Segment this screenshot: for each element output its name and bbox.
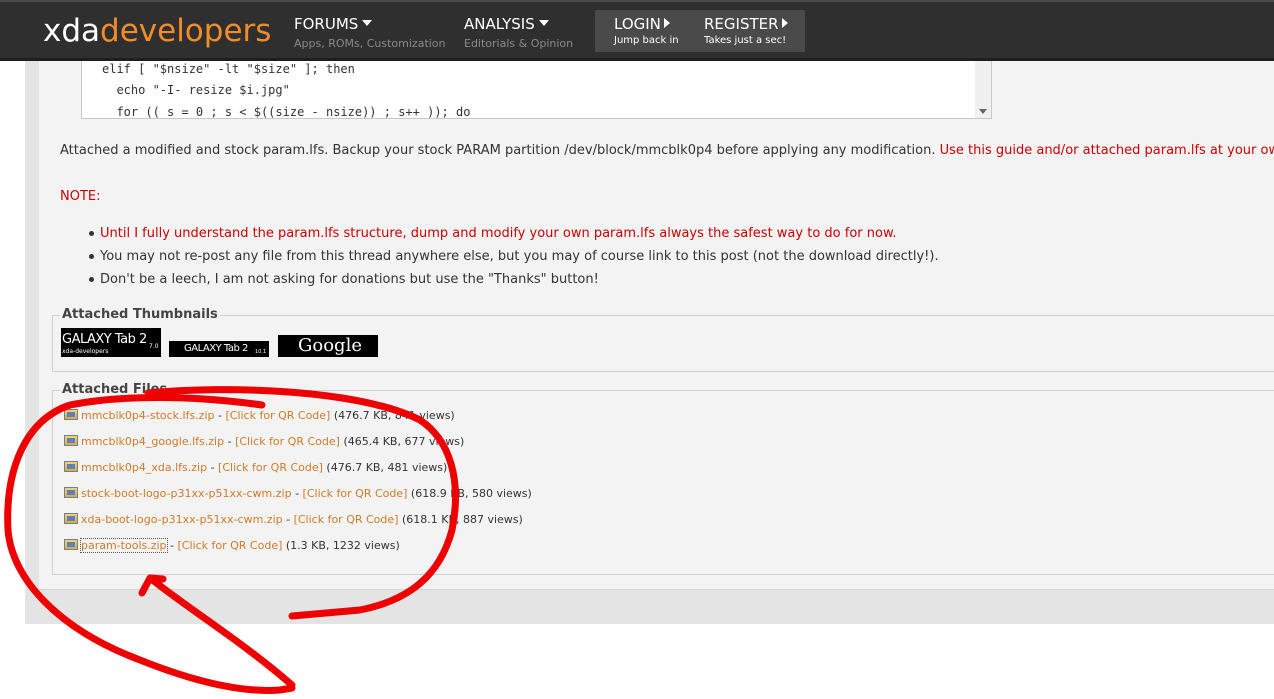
file-link[interactable]: stock-boot-logo-p31xx-p51xx-cwm.zip xyxy=(81,487,292,500)
file-link[interactable]: param-tools.zip xyxy=(80,538,168,553)
file-row: param-tools.zip - [Click for QR Code] (1… xyxy=(64,537,400,555)
file-info: (476.7 KB, 481 views) xyxy=(326,461,448,474)
qr-code-link[interactable]: [Click for QR Code] xyxy=(218,461,323,474)
qr-code-link[interactable]: [Click for QR Code] xyxy=(225,409,330,422)
thumb-text: Google xyxy=(298,335,362,356)
code-scrollbar[interactable] xyxy=(975,61,991,118)
bullet-dot xyxy=(89,277,94,282)
note-label: NOTE: xyxy=(60,189,101,204)
chevron-right-icon xyxy=(663,18,670,28)
logo-developers: developers xyxy=(100,13,272,49)
file-row: mmcblk0p4-stock.lfs.zip - [Click for QR … xyxy=(64,407,455,425)
code-block[interactable]: elif [ "$nsize" -lt "$size" ]; then echo… xyxy=(81,61,992,119)
file-info: (618.9 KB, 580 views) xyxy=(410,487,532,500)
thumbnail-galaxy-tab-7[interactable]: GALAXY Tab 2 7.0 xda-developers xyxy=(61,328,161,357)
zip-file-icon xyxy=(64,435,78,446)
code-line: for (( s = 0 ; s < $((size - nsize)) ; s… xyxy=(102,105,471,119)
risk-warning: Use this guide and/or attached param.lfs… xyxy=(939,143,1274,158)
register-button[interactable]: REGISTER Takes just a sec! xyxy=(704,14,788,48)
login-label: LOGIN xyxy=(614,15,661,33)
chevron-down-icon xyxy=(538,20,549,26)
chevron-right-icon xyxy=(781,18,788,28)
file-info: (618.1 KB, 887 views) xyxy=(401,513,523,526)
zip-file-icon xyxy=(64,513,78,524)
qr-code-link[interactable]: [Click for QR Code] xyxy=(178,539,283,552)
file-link[interactable]: mmcblk0p4_google.lfs.zip xyxy=(81,435,224,448)
zip-file-icon xyxy=(64,409,78,420)
nav-analysis[interactable]: ANALYSIS Editorials & Opinion xyxy=(464,14,573,52)
note-bullet-1: Until I fully understand the param.lfs s… xyxy=(100,226,897,241)
nav-forums-label: FORUMS xyxy=(294,15,359,33)
thumb-small: 10.1 xyxy=(255,349,267,355)
code-line: echo "-I- resize $i.jpg" xyxy=(102,83,290,97)
xda-logo[interactable]: xdadevelopers xyxy=(43,12,271,50)
note-bullet-2: You may not re-post any file from this t… xyxy=(100,249,939,264)
thumb-caption: xda-developers xyxy=(62,348,109,355)
login-register-box: LOGIN Jump back in REGISTER Takes just a… xyxy=(595,10,805,52)
login-button[interactable]: LOGIN Jump back in xyxy=(614,14,679,48)
thumb-small: 7.0 xyxy=(149,343,159,350)
file-link[interactable]: mmcblk0p4_xda.lfs.zip xyxy=(81,461,207,474)
thumbnails-legend: Attached Thumbnails xyxy=(60,307,220,323)
file-info: (1.3 KB, 1232 views) xyxy=(285,539,400,552)
qr-code-link[interactable]: [Click for QR Code] xyxy=(303,487,408,500)
bullet-dot xyxy=(89,254,94,259)
qr-code-link[interactable]: [Click for QR Code] xyxy=(294,513,399,526)
logo-xda: xda xyxy=(43,13,101,49)
bullet-dot xyxy=(89,231,94,236)
scroll-down-icon[interactable] xyxy=(979,109,987,114)
nav-analysis-sub: Editorials & Opinion xyxy=(464,37,574,50)
file-row: mmcblk0p4_xda.lfs.zip - [Click for QR Co… xyxy=(64,459,447,477)
file-row: xda-boot-logo-p31xx-p51xx-cwm.zip - [Cli… xyxy=(64,511,523,529)
zip-file-icon xyxy=(64,461,78,472)
file-info: (465.4 KB, 677 views) xyxy=(343,435,465,448)
thumbnail-google[interactable]: Google xyxy=(278,335,378,357)
zip-file-icon xyxy=(64,539,78,550)
file-link[interactable]: xda-boot-logo-p31xx-p51xx-cwm.zip xyxy=(81,513,283,526)
attached-text: Attached a modified and stock param.lfs.… xyxy=(60,143,936,158)
register-sub: Takes just a sec! xyxy=(704,35,787,46)
nav-forums[interactable]: FORUMS Apps, ROMs, Customization xyxy=(294,14,446,52)
file-link[interactable]: mmcblk0p4-stock.lfs.zip xyxy=(81,409,215,422)
file-info: (476.7 KB, 841 views) xyxy=(333,409,455,422)
zip-file-icon xyxy=(64,487,78,498)
thumb-text: GALAXY Tab 2 xyxy=(62,332,147,347)
nav-analysis-label: ANALYSIS xyxy=(464,15,535,33)
header-top-stripe xyxy=(0,0,1274,2)
qr-code-link[interactable]: [Click for QR Code] xyxy=(235,435,340,448)
nav-forums-sub: Apps, ROMs, Customization xyxy=(294,37,446,50)
file-row: mmcblk0p4_google.lfs.zip - [Click for QR… xyxy=(64,433,464,451)
attached-paragraph: Attached a modified and stock param.lfs.… xyxy=(60,142,1274,160)
note-bullet-3: Don't be a leech, I am not asking for do… xyxy=(100,272,599,287)
thumb-text: GALAXY Tab 2 xyxy=(184,343,248,354)
thumbnail-galaxy-tab-10[interactable]: GALAXY Tab 2 10.1 xyxy=(169,341,269,357)
login-sub: Jump back in xyxy=(614,35,679,46)
site-header: xdadevelopers FORUMS Apps, ROMs, Customi… xyxy=(0,0,1274,61)
register-label: REGISTER xyxy=(704,15,779,33)
chevron-down-icon xyxy=(362,20,373,26)
files-legend: Attached Files xyxy=(60,382,170,398)
code-line: elif [ "$nsize" -lt "$size" ]; then xyxy=(102,62,355,76)
file-row: stock-boot-logo-p31xx-p51xx-cwm.zip - [C… xyxy=(64,485,532,503)
